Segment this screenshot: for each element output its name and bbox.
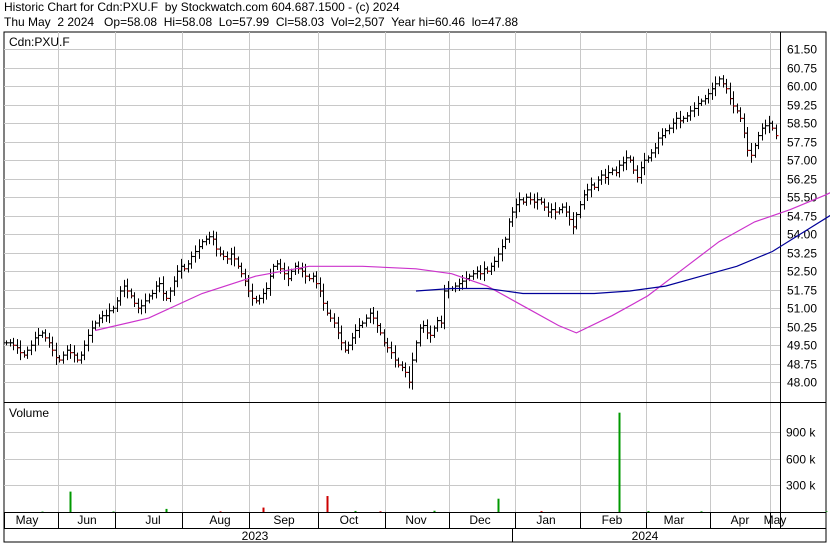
price-tick-label: 50.25: [787, 321, 817, 335]
price-tick-label: 56.25: [787, 173, 817, 187]
month-label: May: [16, 513, 39, 527]
month-label: Jun: [77, 513, 96, 527]
price-tick-label: 57.75: [787, 136, 817, 150]
month-label: May: [764, 513, 787, 527]
month-label: Apr: [731, 513, 750, 527]
price-tick-label: 51.75: [787, 284, 817, 298]
month-label: Aug: [209, 513, 230, 527]
volume-tick-label: 600 k: [786, 453, 816, 467]
month-label: Sep: [273, 513, 295, 527]
price-tick-label: 58.50: [787, 117, 817, 131]
volume-panel-label: Volume: [9, 406, 49, 420]
price-tick-label: 51.00: [787, 302, 817, 316]
year-label: 2024: [632, 529, 659, 543]
price-tick-label: 52.50: [787, 265, 817, 279]
volume-tick-label: 300 k: [786, 479, 816, 493]
price-panel-label: Cdn:PXU.F: [9, 35, 70, 49]
price-tick-label: 59.25: [787, 99, 817, 113]
month-label: Dec: [469, 513, 490, 527]
price-tick-label: 55.50: [787, 191, 817, 205]
price-tick-label: 48.75: [787, 358, 817, 372]
month-label: Mar: [664, 513, 685, 527]
month-label: Jan: [536, 513, 555, 527]
price-tick-label: 60.75: [787, 62, 817, 76]
volume-tick-label: 900 k: [786, 426, 816, 440]
stock-chart: 61.50 60.75 60.00 59.25 58.50 57.75 57.00 56.25…: [3, 31, 830, 543]
price-tick-label: 61.50: [787, 43, 817, 57]
month-label: Jul: [145, 513, 160, 527]
ohlc-bars: [4, 75, 779, 390]
price-tick-label: 60.00: [787, 80, 817, 94]
price-tick-label: 49.50: [787, 339, 817, 353]
month-label: Feb: [602, 513, 623, 527]
price-tick-label: 54.75: [787, 210, 817, 224]
price-tick-label: 57.00: [787, 154, 817, 168]
month-label: Nov: [405, 513, 426, 527]
year-label: 2023: [242, 529, 269, 543]
price-tick-label: 53.25: [787, 247, 817, 261]
month-label: Oct: [340, 513, 359, 527]
price-tick-label: 48.00: [787, 376, 817, 390]
